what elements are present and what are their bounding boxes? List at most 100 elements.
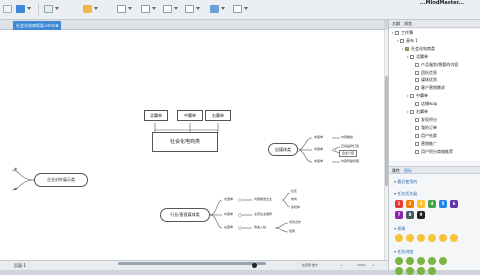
- priority-9-icon[interactable]: 9: [417, 211, 425, 219]
- outline-item[interactable]: 店铺wap: [412, 101, 437, 107]
- summary-icon[interactable]: [163, 5, 172, 13]
- vertical-sub[interactable]: 主营企业推荐: [254, 213, 272, 216]
- chevron-down-icon[interactable]: [94, 7, 98, 10]
- priority-5-icon[interactable]: 5: [439, 200, 447, 208]
- outline-item[interactable]: 产品服务/想要的内容: [412, 62, 458, 67]
- outline-item[interactable]: 用户积分商城推荐: [412, 149, 453, 154]
- priority-6-icon[interactable]: 6: [450, 200, 458, 208]
- chevron-down-icon[interactable]: [27, 7, 31, 10]
- self-media-item[interactable]: 中翼单: [314, 148, 323, 151]
- vertical-far[interactable]: 商务合作: [289, 221, 301, 224]
- priority-4-icon[interactable]: 4: [428, 200, 436, 208]
- chevron-down-icon[interactable]: [221, 7, 225, 10]
- emoji-icon[interactable]: [395, 234, 403, 242]
- vertical-far[interactable]: 电商: [291, 198, 297, 201]
- callout-icon[interactable]: [141, 5, 150, 13]
- image-icon[interactable]: [210, 5, 219, 13]
- priority-2-icon[interactable]: 2: [406, 200, 414, 208]
- progress-icon[interactable]: [395, 267, 403, 275]
- section-priority[interactable]: 任务优先级: [394, 191, 417, 197]
- chevron-down-icon[interactable]: [152, 7, 156, 10]
- chevron-down-icon[interactable]: [55, 7, 59, 10]
- zoom-out-button[interactable]: −: [340, 263, 343, 267]
- self-media-sub-selected[interactable]: 企业介绍: [339, 150, 358, 157]
- outline-item[interactable]: 团队信息: [412, 70, 437, 75]
- progress-icon[interactable]: [428, 257, 436, 265]
- central-topic[interactable]: 社会化电商类: [152, 132, 218, 152]
- vertical-sub[interactable]: 内容推送企业: [254, 198, 272, 201]
- page-tab[interactable]: 页面-1: [14, 263, 26, 269]
- chevron-down-icon[interactable]: [196, 7, 200, 10]
- vertical-item[interactable]: 北翼单: [224, 198, 233, 201]
- self-media-item[interactable]: 中翼单: [314, 136, 323, 139]
- outline-item[interactable]: ▾ 中翼单: [407, 93, 428, 99]
- progress-icon[interactable]: [439, 257, 447, 265]
- section-recent[interactable]: 最近使用的: [394, 179, 417, 185]
- outline-item[interactable]: 客户营销需求: [412, 85, 445, 91]
- vertical-item[interactable]: 右翼单: [224, 226, 233, 229]
- section-emoji[interactable]: 表情: [394, 226, 405, 232]
- vertical-far[interactable]: 多媒体: [291, 206, 300, 209]
- self-media-sub[interactable]: 互动品牌打造: [341, 145, 359, 148]
- outline-item[interactable]: 用户社群: [412, 133, 437, 138]
- outline-item[interactable]: 发现积分: [412, 117, 437, 122]
- edit-icon[interactable]: [117, 5, 126, 13]
- fit-icon[interactable]: [252, 263, 257, 268]
- mindmap-canvas[interactable]: 北翼单 中翼单 右翼单 社会化电商类 企业对外展示类 单 单 自媒体类 中翼单 …: [0, 30, 384, 260]
- outline-item[interactable]: ▾ 北翼单: [407, 54, 428, 60]
- bold-icon[interactable]: [16, 5, 25, 13]
- self-media-sub[interactable]: 内容推送: [341, 136, 353, 139]
- emoji-icon[interactable]: [439, 234, 447, 242]
- priority-7-icon[interactable]: 7: [395, 211, 403, 219]
- emoji-icon[interactable]: [450, 234, 458, 242]
- vertical-far[interactable]: 社区: [291, 190, 297, 193]
- progress-icon[interactable]: [395, 257, 403, 265]
- topic-self-media[interactable]: 自媒体类: [268, 143, 298, 156]
- self-media-sub[interactable]: 内容传播管理: [341, 160, 359, 163]
- window-icon[interactable]: [233, 5, 242, 13]
- app-logo-icon[interactable]: [3, 5, 12, 13]
- emoji-icon[interactable]: [428, 234, 436, 242]
- outline-item[interactable]: 媒体优质: [412, 77, 437, 83]
- subtopic-right[interactable]: 右翼单: [205, 110, 231, 121]
- priority-3-icon[interactable]: 3: [417, 200, 425, 208]
- subtopic-north[interactable]: 北翼单: [144, 110, 168, 121]
- progress-icon[interactable]: [417, 267, 425, 275]
- outline-item[interactable]: ▾ 右翼单: [407, 109, 428, 115]
- horizontal-scroll-thumb[interactable]: [118, 262, 266, 265]
- emoji-icon[interactable]: [417, 234, 425, 242]
- relation-icon[interactable]: [83, 5, 92, 13]
- vertical-sub[interactable]: 快速入驻: [254, 226, 266, 229]
- tab-properties[interactable]: 属性: [392, 168, 400, 174]
- subtopic-middle[interactable]: 中翼单: [177, 110, 203, 121]
- chevron-down-icon[interactable]: [244, 7, 248, 10]
- close-icon[interactable]: ✕: [56, 21, 59, 30]
- progress-icon[interactable]: [406, 267, 414, 275]
- tab-outline[interactable]: 大纲: [392, 21, 400, 27]
- vertical-far[interactable]: 招聘: [289, 230, 295, 233]
- emoji-icon[interactable]: [406, 234, 414, 242]
- self-media-item[interactable]: 中翼单: [314, 160, 323, 163]
- progress-icon[interactable]: [406, 257, 414, 265]
- outline-item[interactable]: ▾ 画布 1: [397, 38, 418, 44]
- chevron-down-icon[interactable]: [128, 7, 132, 10]
- progress-icon[interactable]: [428, 267, 436, 275]
- zoom-in-button[interactable]: +: [372, 263, 375, 267]
- priority-8-icon[interactable]: 8: [406, 211, 414, 219]
- tab-icons[interactable]: 图标: [404, 168, 412, 174]
- vertical-item[interactable]: 中翼单: [224, 213, 233, 216]
- outline-item[interactable]: 营销推广: [412, 141, 437, 146]
- boundary-icon[interactable]: [185, 5, 194, 13]
- outline-item[interactable]: 我的订单: [412, 125, 437, 130]
- topic-icon[interactable]: [44, 5, 53, 13]
- tab-browse[interactable]: 浏览: [404, 21, 412, 27]
- chevron-down-icon[interactable]: [174, 7, 178, 10]
- section-progress[interactable]: 任务进度: [394, 249, 413, 255]
- outline-item[interactable]: ▾ 社会化电商类: [402, 46, 435, 52]
- topic-enterprise-showcase[interactable]: 企业对外展示类: [34, 173, 88, 187]
- outline-item[interactable]: ▾ 工作簿: [392, 30, 413, 36]
- topic-vertical-media[interactable]: 行业/垂直媒体类: [160, 208, 210, 222]
- priority-1-icon[interactable]: 1: [395, 200, 403, 208]
- progress-icon[interactable]: [417, 257, 425, 265]
- tab-document[interactable]: 社会化电商框架.emmx ✕: [13, 21, 61, 30]
